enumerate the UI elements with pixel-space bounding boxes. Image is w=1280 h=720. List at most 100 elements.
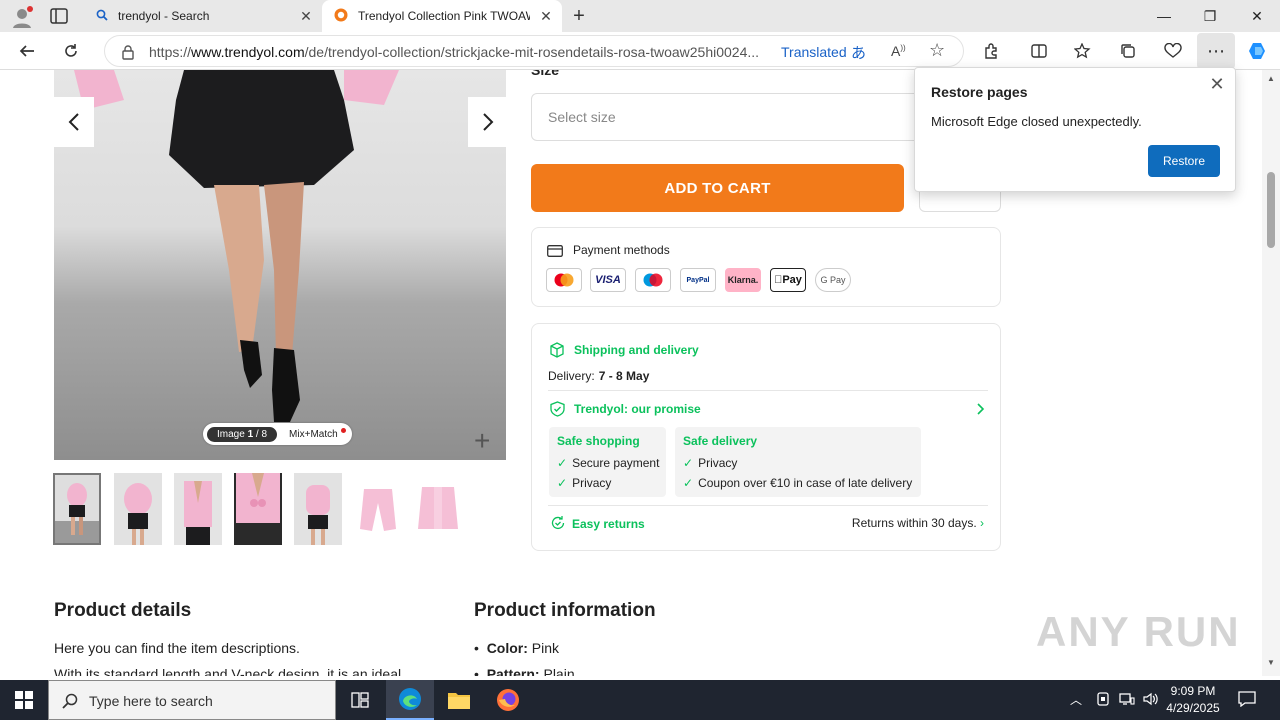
easy-returns-title: Easy returns — [572, 517, 645, 531]
safe-delivery-item: ✓ Privacy — [683, 456, 737, 470]
network-icon[interactable] — [1119, 692, 1135, 711]
windows-logo-icon — [15, 691, 33, 709]
mix-match-link[interactable]: Mix+Match — [289, 427, 346, 440]
thumbnail-7[interactable] — [414, 473, 462, 545]
thumbnail-5[interactable] — [294, 473, 342, 545]
add-to-cart-button[interactable]: ADD TO CART — [531, 164, 904, 212]
edge-taskbar-icon[interactable] — [386, 680, 434, 720]
profile-avatar-icon[interactable] — [10, 5, 34, 29]
returns-link[interactable]: Returns within 30 days. › — [852, 516, 984, 530]
refresh-icon[interactable] — [56, 36, 86, 66]
page-scrollbar[interactable]: ▲ ▼ — [1262, 70, 1280, 676]
safe-shopping-item-label: Secure payment — [572, 456, 660, 470]
scrollbar-thumb[interactable] — [1267, 172, 1275, 248]
safe-delivery-item-label: Privacy — [698, 456, 738, 470]
paypal-icon: PayPal — [680, 268, 716, 292]
chevron-left-icon — [68, 113, 79, 131]
gallery-prev-button[interactable] — [54, 97, 94, 147]
visa-icon: VISA — [590, 268, 626, 292]
volume-icon[interactable] — [1142, 691, 1158, 712]
favorites-icon[interactable] — [1068, 36, 1098, 66]
back-arrow-icon[interactable] — [12, 36, 42, 66]
size-select-placeholder: Select size — [548, 109, 616, 125]
tab-actions-icon[interactable] — [50, 8, 68, 24]
tab-search[interactable]: trendyol - Search ✕ — [86, 0, 322, 32]
returns-text: Returns within 30 days. — [851, 516, 977, 530]
new-tab-icon[interactable]: + — [568, 5, 590, 27]
close-icon[interactable]: ✕ — [1207, 74, 1227, 94]
restore-dialog-title: Restore pages — [931, 84, 1028, 100]
delivery-label: Delivery: — [548, 369, 595, 383]
thumbnail-6[interactable] — [354, 473, 402, 545]
settings-more-icon[interactable]: ⋯ — [1197, 33, 1235, 69]
split-screen-icon[interactable] — [1024, 36, 1054, 66]
safe-delivery-title: Safe delivery — [683, 434, 758, 448]
size-label: Size — [531, 70, 560, 78]
taskbar-clock[interactable]: 9:09 PM 4/29/2025 — [1160, 683, 1226, 717]
scroll-down-icon[interactable]: ▼ — [1267, 658, 1275, 667]
copilot-icon[interactable] — [1243, 36, 1273, 66]
trendyol-favicon-icon — [334, 8, 348, 25]
delivery-card: Shipping and delivery Delivery: 7 - 8 May… — [531, 323, 1001, 551]
thumbnail-1[interactable] — [53, 473, 101, 545]
image-counter: Image 1 / 8 — [207, 426, 278, 442]
firefox-icon[interactable] — [484, 680, 532, 720]
klarna-icon: Klarna. — [725, 268, 761, 292]
shield-icon — [550, 401, 565, 422]
product-details-text: Here you can find the item descriptions. — [54, 640, 300, 656]
gallery-next-button[interactable] — [468, 97, 506, 147]
tab-trendyol[interactable]: Trendyol Collection Pink TWOAW ✕ — [322, 0, 562, 32]
clock-time: 9:09 PM — [1170, 684, 1216, 698]
chevron-right-icon: › — [980, 516, 984, 530]
show-hidden-icons-icon[interactable]: ︿ — [1070, 691, 1082, 708]
safe-shopping-item-label: Privacy — [572, 476, 612, 490]
payment-methods-card: Payment methods VISA PayPal Klarna. Pay… — [531, 227, 1001, 307]
windows-start-button[interactable] — [0, 680, 48, 720]
close-tab-icon[interactable]: ✕ — [298, 8, 314, 24]
read-aloud-icon[interactable]: A)) — [891, 43, 906, 59]
taskbar-search-box[interactable]: Type here to search — [48, 680, 336, 720]
product-details-text: With its standard length and V-neck desi… — [54, 666, 402, 676]
browser-essentials-icon[interactable] — [1158, 36, 1188, 66]
info-color-value: Pink — [527, 640, 560, 656]
delivery-dates: 7 - 8 May — [598, 369, 650, 383]
extensions-icon[interactable] — [976, 36, 1006, 66]
translate-icon[interactable]: あ — [851, 42, 866, 63]
restore-button[interactable]: Restore — [1148, 145, 1220, 177]
thumbnail-3[interactable] — [174, 473, 222, 545]
safe-shopping-item: ✓ Privacy — [557, 476, 611, 490]
promise-link[interactable]: Trendyol: our promise — [574, 402, 701, 416]
image-info-pill[interactable]: Image 1 / 8 Mix+Match — [203, 423, 352, 445]
restore-window-icon[interactable]: ❐ — [1187, 0, 1233, 32]
task-view-icon[interactable] — [336, 680, 384, 720]
minimize-icon[interactable]: — — [1141, 0, 1187, 32]
favorite-star-icon[interactable]: ☆ — [929, 40, 945, 61]
tab-title: trendyol - Search — [118, 9, 210, 23]
collections-icon[interactable] — [1113, 36, 1143, 66]
address-bar[interactable]: https://www.trendyol.com/de/trendyol-col… — [104, 35, 964, 67]
product-main-image[interactable]: Image 1 / 8 Mix+Match + — [54, 70, 506, 460]
restore-pages-dialog: Restore pages Microsoft Edge closed unex… — [914, 67, 1236, 192]
scroll-up-icon[interactable]: ▲ — [1267, 74, 1275, 83]
image-counter-prefix: Image — [217, 428, 248, 440]
search-icon — [62, 693, 78, 714]
apple-pay-text: Pay — [778, 274, 802, 286]
clock-date: 4/29/2025 — [1166, 701, 1220, 715]
zoom-plus-icon[interactable]: + — [474, 425, 490, 457]
thumbnail-2[interactable] — [114, 473, 162, 545]
file-explorer-icon[interactable] — [435, 680, 483, 720]
close-tab-icon[interactable]: ✕ — [538, 8, 554, 24]
notification-dot — [340, 427, 346, 433]
thumbnail-4[interactable] — [234, 473, 282, 545]
close-window-icon[interactable]: ✕ — [1234, 0, 1280, 32]
notifications-icon[interactable] — [1238, 691, 1256, 712]
translated-label[interactable]: Translated — [781, 44, 847, 60]
info-pattern-item: • Pattern: Plain — [474, 666, 575, 676]
lock-icon[interactable] — [121, 44, 135, 65]
safe-shopping-title: Safe shopping — [557, 434, 640, 448]
chevron-right-icon[interactable] — [977, 402, 985, 420]
payment-methods-title: Payment methods — [573, 243, 670, 257]
device-icon[interactable] — [1096, 691, 1110, 712]
check-icon: ✓ — [683, 456, 694, 470]
product-details-title: Product details — [54, 600, 192, 621]
